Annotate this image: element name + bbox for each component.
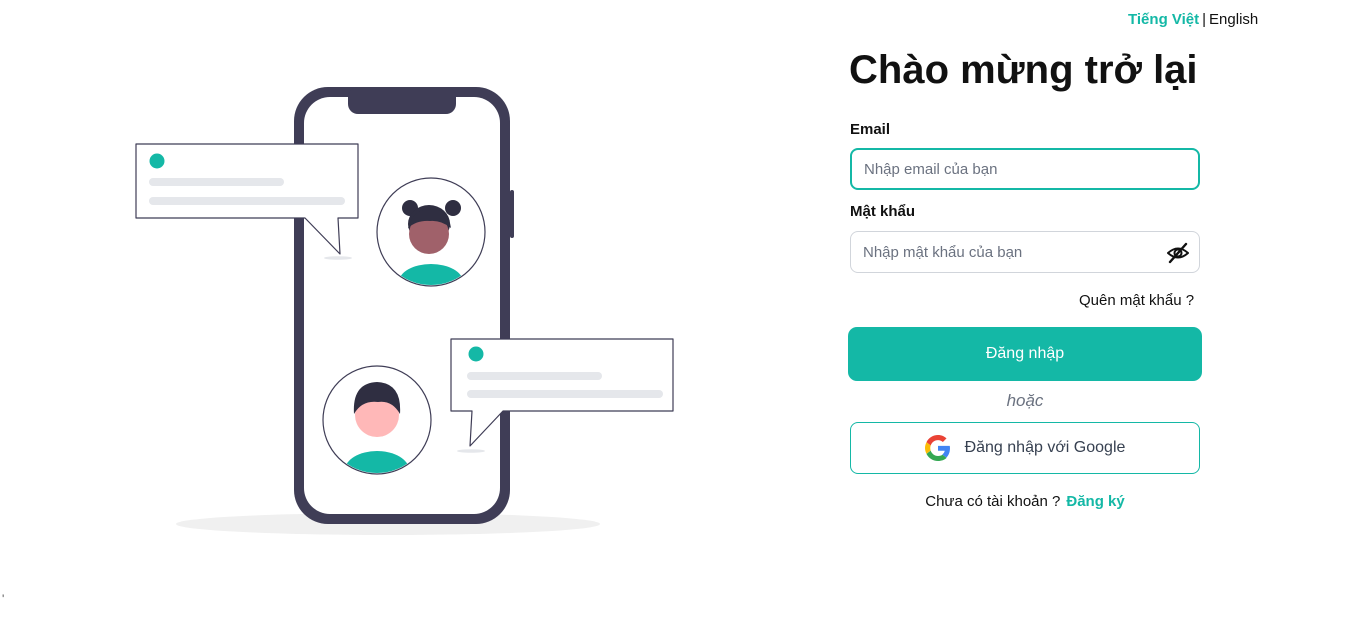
language-vietnamese-link[interactable]: Tiếng Việt	[1128, 11, 1199, 28]
google-icon	[924, 435, 951, 461]
chat-phone-illustration	[135, 87, 674, 535]
password-field-wrapper	[850, 231, 1200, 273]
google-login-button[interactable]: Đăng nhập với Google	[850, 422, 1200, 474]
google-login-label: Đăng nhập với Google	[964, 439, 1126, 456]
page-title: Chào mừng trở lại	[849, 48, 1198, 92]
signup-link[interactable]: Đăng ký	[1066, 493, 1124, 510]
or-divider-text: hoặc	[1006, 391, 1044, 410]
password-input[interactable]	[851, 232, 1199, 272]
forgot-password-link[interactable]: Quên mật khẩu ?	[1079, 291, 1194, 311]
stray-mark: '	[2, 592, 5, 606]
email-label: Email	[850, 121, 891, 138]
signup-prompt: Chưa có tài khoản ? Đăng ký	[850, 492, 1200, 512]
no-account-text: Chưa có tài khoản ?	[925, 493, 1061, 510]
language-english-link[interactable]: English	[1209, 11, 1258, 28]
login-button[interactable]: Đăng nhập	[848, 327, 1202, 381]
email-field-wrapper	[850, 148, 1200, 190]
language-switch: Tiếng Việt | English	[1128, 10, 1258, 30]
email-input[interactable]	[852, 150, 1198, 188]
eye-off-icon[interactable]	[1165, 240, 1191, 266]
language-separator: |	[1202, 11, 1207, 28]
password-label: Mật khẩu	[850, 203, 916, 220]
